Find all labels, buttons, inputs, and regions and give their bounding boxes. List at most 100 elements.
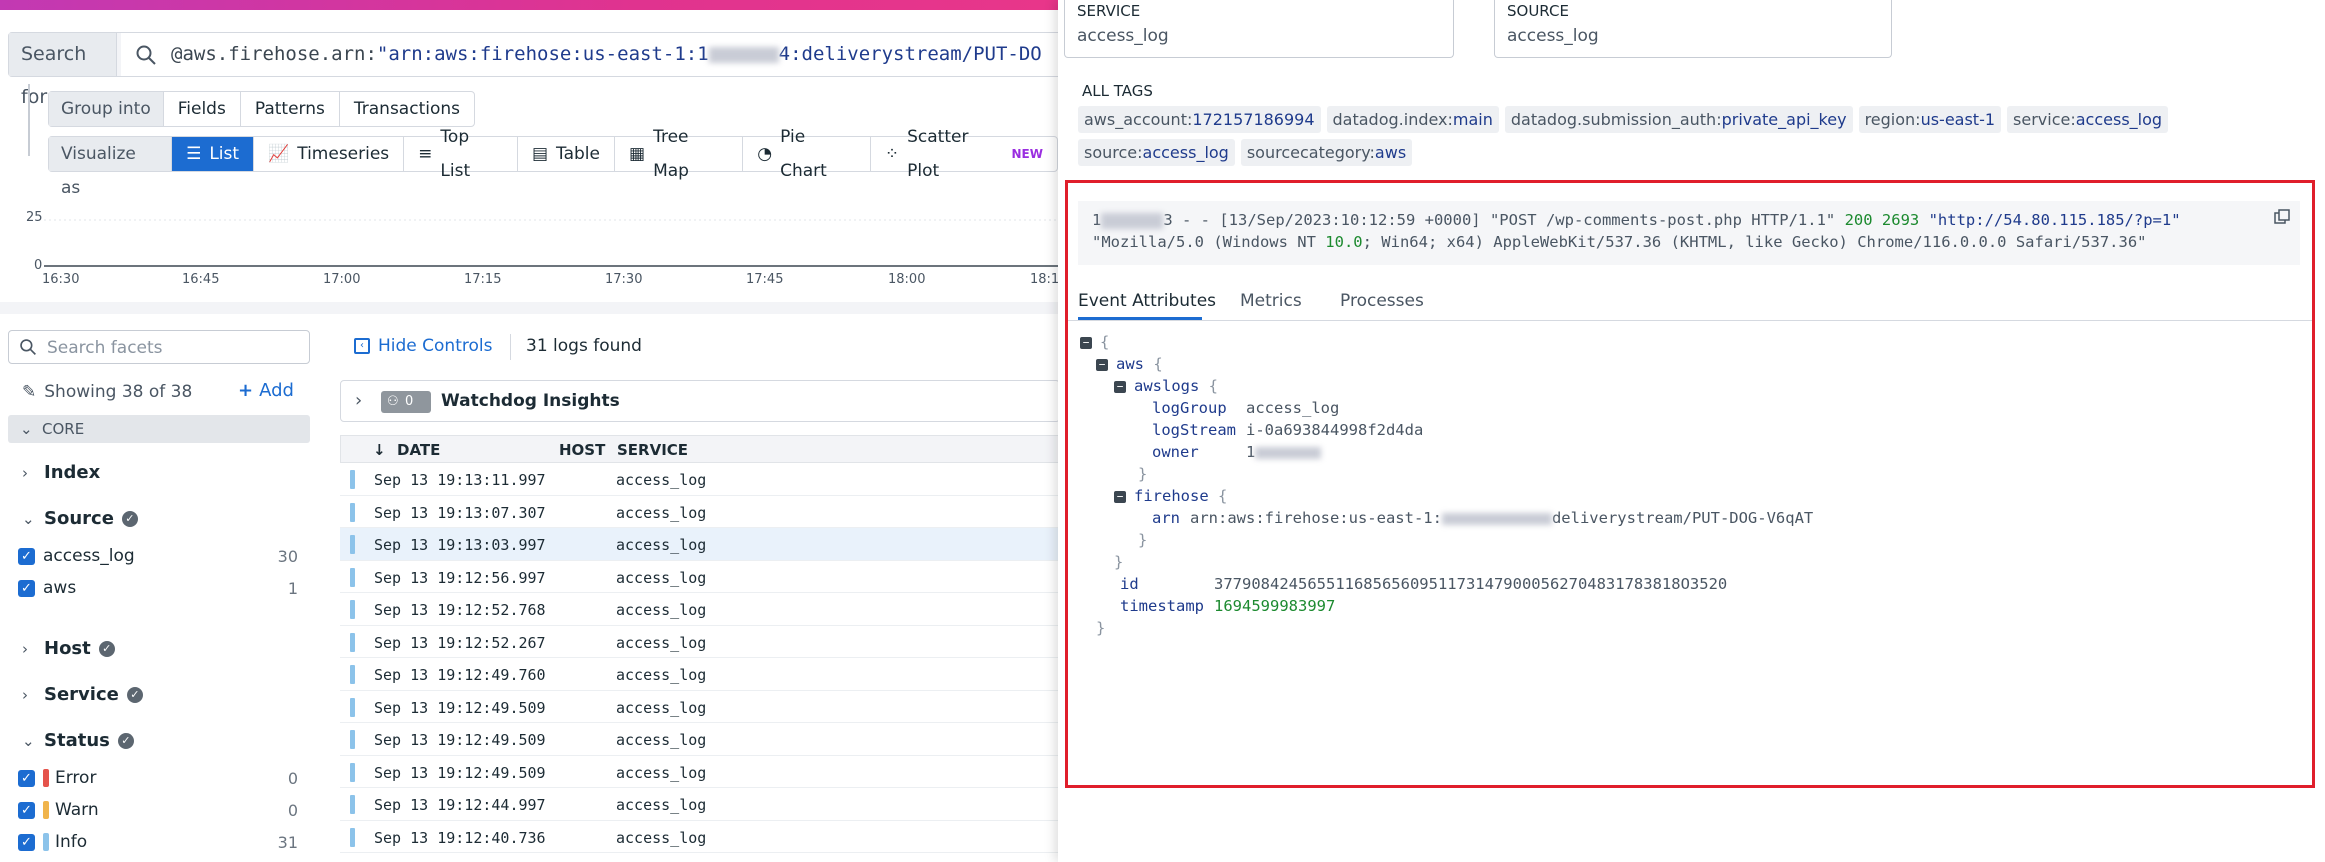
- tree-close: }: [1114, 553, 1124, 571]
- facet-group-source[interactable]: ⌄ Source ✓: [22, 508, 138, 529]
- tag-chip[interactable]: datadog.submission_auth:private_api_key: [1504, 106, 1853, 133]
- tag-value: us-east-1: [1920, 110, 1996, 129]
- group-option-patterns[interactable]: Patterns: [241, 92, 340, 126]
- timeline-chart[interactable]: [44, 210, 1058, 270]
- viz-option-timeseries[interactable]: 📈 Timeseries: [254, 137, 405, 171]
- copy-icon[interactable]: [2274, 209, 2290, 225]
- facet-search-input[interactable]: Search facets: [8, 330, 310, 364]
- facet-item-warn[interactable]: ✓ Warn 0: [18, 800, 298, 820]
- table-row[interactable]: Sep 13 19:13:11.997 access_log: [340, 463, 1058, 496]
- attr-value[interactable]: deliverystream/PUT-DOG-V6qAT: [1552, 509, 1813, 527]
- tag-key: source:: [1084, 143, 1143, 162]
- viz-option-table[interactable]: ▤ Table: [518, 137, 615, 171]
- tree-node-aws: − aws {: [1096, 355, 1163, 373]
- service-value[interactable]: access_log: [1077, 26, 1169, 46]
- watchdog-badge: ⚇ 0: [381, 391, 431, 413]
- attr-key[interactable]: arn: [1152, 509, 1180, 527]
- checkbox-checked[interactable]: ✓: [18, 833, 35, 851]
- table-row[interactable]: Sep 13 19:12:40.736 access_log: [340, 821, 1058, 853]
- column-service[interactable]: SERVICE: [617, 441, 688, 459]
- core-section-header[interactable]: ⌄ CORE: [8, 415, 310, 443]
- table-row[interactable]: Sep 13 19:12:49.509 access_log: [340, 691, 1058, 723]
- detail-tabs: Event Attributes Metrics Processes: [1068, 281, 2312, 321]
- viz-option-toplist[interactable]: ≡ Top List: [404, 127, 518, 181]
- raw-log-message[interactable]: 1 3 - - [13/Sep/2023:10:12:59 +0000] "POS…: [1078, 201, 2300, 265]
- table-row[interactable]: Sep 13 19:12:52.768 access_log: [340, 593, 1058, 626]
- collapse-icon[interactable]: −: [1096, 359, 1108, 371]
- table-row[interactable]: Sep 13 19:13:03.997 access_log: [340, 528, 1058, 561]
- viz-option-scatterplot[interactable]: ⁘ Scatter Plot NEW: [871, 127, 1057, 181]
- search-bar: Search for @aws.firehose.arn:"arn:aws:fi…: [8, 32, 1058, 108]
- attr-value[interactable]: 1694599983997: [1214, 597, 1335, 615]
- table-row[interactable]: Sep 13 19:12:49.509 access_log: [340, 723, 1058, 756]
- toplist-icon: ≡: [418, 144, 433, 164]
- redacted-owner: [1255, 446, 1322, 459]
- facet-item-label: Warn: [55, 800, 99, 820]
- tag-chip[interactable]: region:us-east-1: [1858, 106, 2002, 133]
- tag-chip[interactable]: datadog.index:main: [1326, 106, 1499, 133]
- facet-item-access-log[interactable]: ✓ access_log 30: [18, 546, 298, 566]
- hide-controls-button[interactable]: ‹ Hide Controls: [354, 336, 492, 356]
- checkbox-checked[interactable]: ✓: [18, 579, 35, 597]
- attr-key-awslogs[interactable]: awslogs: [1134, 377, 1199, 395]
- viz-option-treemap[interactable]: ▦ Tree Map: [615, 127, 744, 181]
- table-row[interactable]: Sep 13 19:13:07.307 access_log: [340, 496, 1058, 528]
- facet-group-index[interactable]: › Index: [22, 462, 100, 483]
- search-input[interactable]: @aws.firehose.arn:"arn:aws:firehose:us-e…: [121, 33, 1058, 76]
- collapse-icon[interactable]: −: [1080, 337, 1092, 349]
- attr-row-timestamp: timestamp: [1120, 597, 1204, 615]
- tag-chip[interactable]: service:access_log: [2007, 106, 2169, 133]
- collapse-icon[interactable]: −: [1114, 381, 1126, 393]
- facets-showing-text: Showing 38 of 38: [44, 382, 193, 402]
- tag-chip[interactable]: source:access_log: [1078, 139, 1235, 166]
- attr-key-aws[interactable]: aws: [1116, 355, 1144, 373]
- row-service: access_log: [616, 568, 707, 587]
- attr-key-firehose[interactable]: firehose: [1134, 487, 1209, 505]
- attr-key[interactable]: owner: [1152, 443, 1199, 461]
- facet-group-status[interactable]: ⌄ Status ✓: [22, 730, 134, 751]
- tag-chip[interactable]: aws_account:172157186994: [1078, 106, 1321, 133]
- group-option-fields[interactable]: Fields: [164, 92, 241, 126]
- table-row[interactable]: Sep 13 19:12:44.997 access_log: [340, 788, 1058, 821]
- table-row[interactable]: Sep 13 19:12:49.509 access_log: [340, 756, 1058, 788]
- viz-option-label: List: [209, 144, 240, 164]
- pencil-icon[interactable]: ✎: [22, 382, 36, 402]
- attr-value[interactable]: access_log: [1246, 399, 1339, 417]
- attr-key[interactable]: timestamp: [1120, 597, 1204, 615]
- collapse-icon[interactable]: −: [1114, 491, 1126, 503]
- checkbox-checked[interactable]: ✓: [18, 769, 35, 787]
- facet-item-aws[interactable]: ✓ aws 1: [18, 578, 298, 598]
- tab-event-attributes[interactable]: Event Attributes: [1078, 291, 1216, 311]
- table-row[interactable]: Sep 13 19:12:56.997 access_log: [340, 561, 1058, 593]
- watchdog-insights-bar[interactable]: › ⚇ 0 Watchdog Insights: [340, 380, 1058, 422]
- checkbox-checked[interactable]: ✓: [18, 801, 35, 819]
- facet-group-host[interactable]: › Host ✓: [22, 638, 115, 659]
- facet-group-service[interactable]: › Service ✓: [22, 684, 143, 705]
- facet-item-error[interactable]: ✓ Error 0: [18, 768, 298, 788]
- checkbox-checked[interactable]: ✓: [18, 547, 35, 565]
- attr-key[interactable]: logStream: [1152, 421, 1236, 439]
- sort-desc-icon[interactable]: ↓: [373, 441, 386, 459]
- column-host[interactable]: HOST: [559, 441, 605, 459]
- attr-value[interactable]: arn:aws:firehose:us-east-1:: [1190, 509, 1442, 527]
- tab-metrics[interactable]: Metrics: [1240, 291, 1302, 311]
- chevron-right-icon: ›: [22, 685, 28, 704]
- attr-value[interactable]: i-0a693844998f2d4da: [1246, 421, 1423, 439]
- attr-value[interactable]: 1: [1246, 443, 1255, 461]
- source-value[interactable]: access_log: [1507, 26, 1599, 46]
- facet-item-info[interactable]: ✓ Info 31: [18, 832, 298, 852]
- add-facet-button[interactable]: + Add: [238, 380, 294, 401]
- column-date[interactable]: DATE: [397, 441, 440, 459]
- viz-option-list[interactable]: ☰ List: [172, 137, 255, 171]
- attr-value[interactable]: 3779084245655116856560951173147900056270…: [1214, 575, 1727, 593]
- tree-close: }: [1138, 531, 1148, 549]
- attr-key[interactable]: id: [1120, 575, 1139, 593]
- tab-processes[interactable]: Processes: [1340, 291, 1424, 311]
- redacted-account: [708, 46, 779, 63]
- table-row[interactable]: Sep 13 19:12:52.267 access_log: [340, 626, 1058, 658]
- table-row[interactable]: Sep 13 19:12:49.760 access_log: [340, 658, 1058, 691]
- viz-option-piechart[interactable]: ◔ Pie Chart: [743, 127, 871, 181]
- attr-key[interactable]: logGroup: [1152, 399, 1227, 417]
- tree-root-open: −{: [1080, 333, 1109, 351]
- tag-chip[interactable]: sourcecategory:aws: [1240, 139, 1413, 166]
